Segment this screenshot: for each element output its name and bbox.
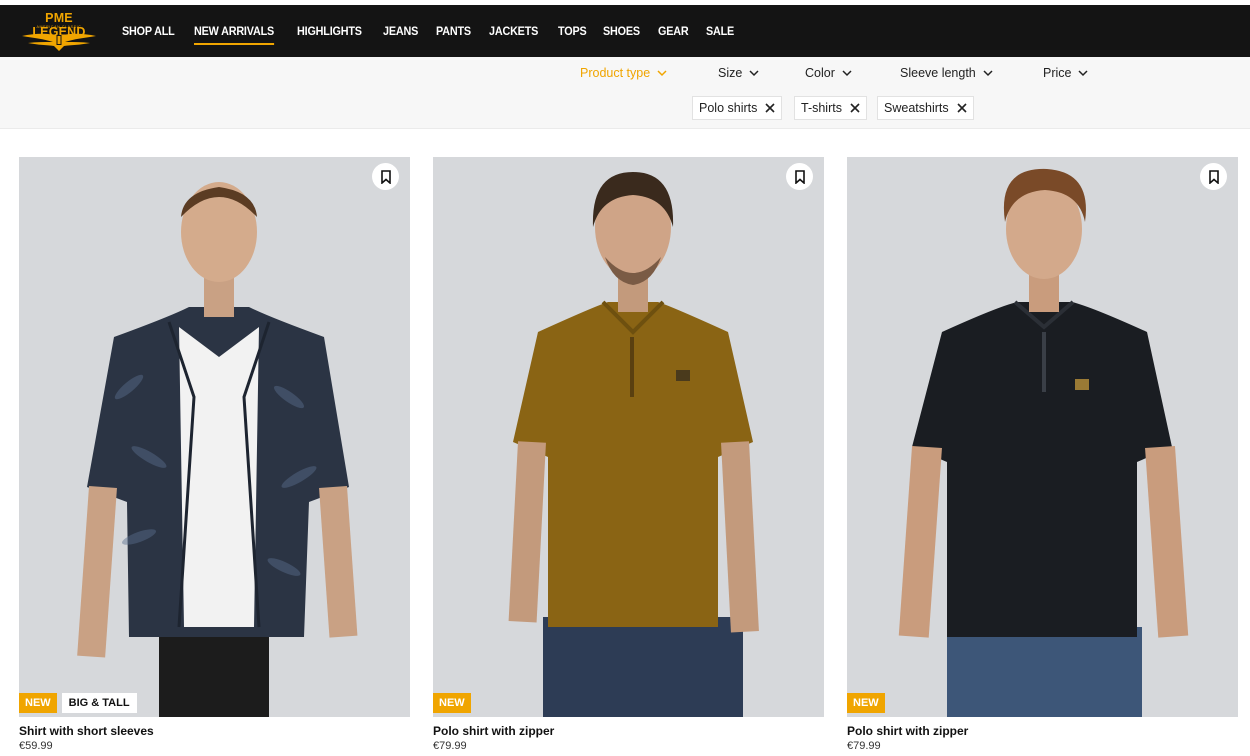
product-card[interactable]: NEW [433,157,824,717]
filter-color[interactable]: Color [805,66,852,80]
bookmark-icon [1208,169,1219,184]
filter-label: Price [1043,66,1072,80]
chevron-down-icon [983,69,993,76]
nav-highlights[interactable]: HIGHLIGHTS [297,24,362,38]
filter-label: Product type [580,66,651,80]
eagle-wings-icon [22,33,96,51]
bookmark-button[interactable] [1200,163,1227,190]
product-image [19,157,410,717]
filter-label: Sleeve length [900,66,976,80]
badge-new: NEW [19,693,57,713]
product-card[interactable]: NEW BIG & TALL [19,157,410,717]
chip-label: Polo shirts [699,101,758,115]
nav-gear[interactable]: GEAR [658,24,689,38]
filter-label: Size [718,66,743,80]
chip-sweatshirts[interactable]: Sweatshirts [877,96,974,120]
filter-bar: Product type Size Color Sleeve length Pr… [0,57,1250,129]
chip-t-shirts[interactable]: T-shirts [794,96,867,120]
chevron-down-icon [657,69,667,76]
product-price: €79.99 [847,740,881,752]
product-price: €79.99 [433,740,467,752]
bookmark-icon [380,169,391,184]
product-name[interactable]: Shirt with short sleeves [19,724,154,738]
product-image [847,157,1238,717]
bookmark-icon [794,169,805,184]
close-icon[interactable] [850,103,860,113]
filter-price[interactable]: Price [1043,66,1089,80]
product-name[interactable]: Polo shirt with zipper [847,724,968,738]
nav-jeans[interactable]: JEANS [383,24,418,38]
nav-shoes[interactable]: SHOES [603,24,640,38]
filter-product-type[interactable]: Product type [580,66,667,80]
nav-sale[interactable]: SALE [706,24,734,38]
bookmark-button[interactable] [372,163,399,190]
main-nav: SHOP ALL NEW ARRIVALS HIGHLIGHTS JEANS P… [122,5,752,57]
close-icon[interactable] [765,103,775,113]
filter-size[interactable]: Size [718,66,759,80]
product-price: €59.99 [19,740,53,752]
product-card[interactable]: NEW [847,157,1238,717]
nav-tops[interactable]: TOPS [558,24,587,38]
close-icon[interactable] [957,103,967,113]
badge-big-tall: BIG & TALL [61,693,137,713]
badges: NEW [847,693,885,713]
brand-logo[interactable]: PME LEGEND AMERICAN CLASSIC [18,11,100,53]
nav-jackets[interactable]: JACKETS [489,24,538,38]
badges: NEW BIG & TALL [19,693,137,713]
chevron-down-icon [1078,69,1089,76]
chip-label: T-shirts [801,101,842,115]
chip-polo-shirts[interactable]: Polo shirts [692,96,783,120]
chevron-down-icon [749,69,759,76]
badge-new: NEW [847,693,885,713]
filter-sleeve-length[interactable]: Sleeve length [900,66,993,80]
bookmark-button[interactable] [786,163,813,190]
badges: NEW [433,693,471,713]
product-name[interactable]: Polo shirt with zipper [433,724,554,738]
product-image [433,157,824,717]
chip-label: Sweatshirts [884,101,949,115]
nav-shop-all[interactable]: SHOP ALL [122,24,175,38]
site-header: PME LEGEND AMERICAN CLASSIC SHOP ALL NEW… [0,5,1250,57]
filter-label: Color [805,66,835,80]
nav-new-arrivals[interactable]: NEW ARRIVALS [194,24,275,45]
brand-tagline: AMERICAN CLASSIC [36,25,82,29]
chevron-down-icon [842,69,852,76]
nav-pants[interactable]: PANTS [436,24,471,38]
badge-new: NEW [433,693,471,713]
